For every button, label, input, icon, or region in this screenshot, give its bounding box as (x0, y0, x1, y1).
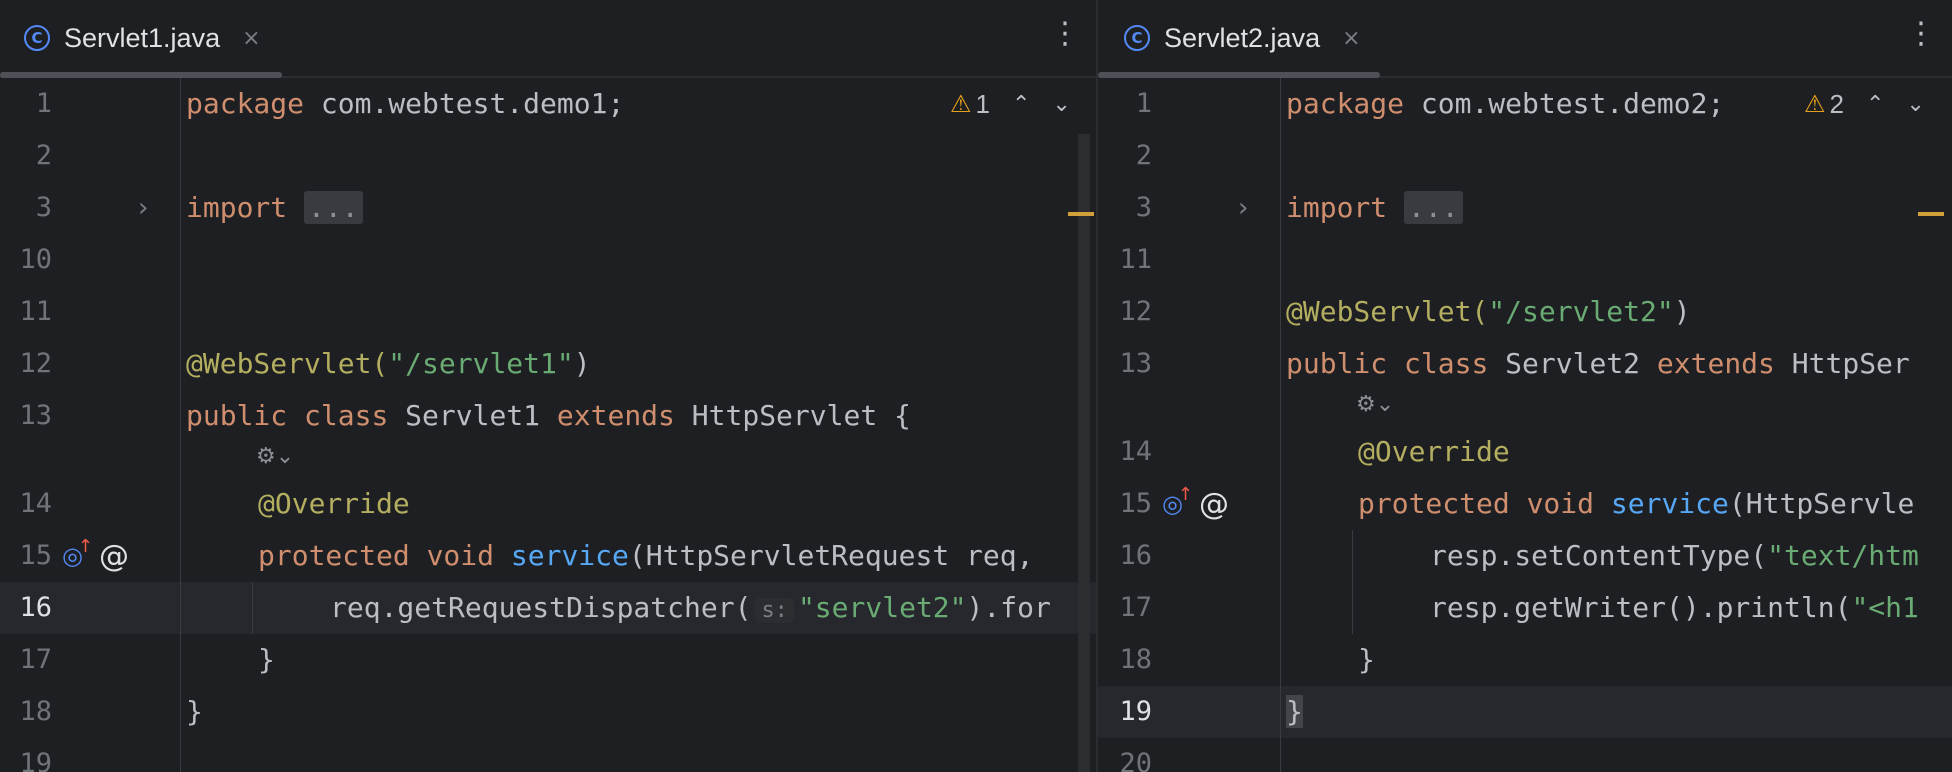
code-line-14: @Override (1358, 435, 1510, 468)
parameter-hint: s: (755, 598, 794, 623)
code-line-19: } (1286, 686, 1303, 738)
annotation-icon[interactable]: @ (99, 539, 129, 574)
code-line-16: req.getRequestDispatcher(s: "servlet2").f… (330, 591, 1051, 624)
line-number: 17 (19, 644, 52, 675)
tab-servlet1[interactable]: C Servlet1.java × (0, 0, 261, 76)
class-c-icon: C (1124, 25, 1150, 51)
tab-title: Servlet2.java (1164, 22, 1321, 53)
line-number: 12 (1119, 296, 1152, 327)
line-number: 11 (1119, 244, 1152, 275)
indent-guide (1352, 530, 1353, 634)
indent-guide (252, 582, 253, 634)
line-number: 20 (1119, 748, 1152, 772)
line-number: 3 (35, 192, 52, 223)
folded-imports[interactable]: ... (304, 191, 363, 224)
code-line-17: } (258, 643, 275, 676)
warning-count: 1 (975, 88, 990, 119)
code-line-13: public class Servlet2 extends HttpSer (1286, 347, 1910, 380)
more-options-icon[interactable]: ⋮ (1050, 16, 1080, 51)
line-number: 10 (19, 244, 52, 275)
line-number: 13 (19, 400, 52, 431)
right-tab-bar: C Servlet2.java × ⋮ (1098, 0, 1952, 78)
code-line-18: } (186, 695, 203, 728)
code-line-1: package com.webtest.demo2; (1286, 87, 1725, 120)
code-line-15: protected void service(HttpServle (1358, 487, 1915, 520)
code-line-15: protected void service(HttpServletReques… (258, 539, 1034, 572)
annotation-icon[interactable]: @ (1199, 487, 1229, 522)
fold-expand-icon[interactable]: › (1238, 182, 1248, 234)
next-highlight-icon[interactable]: ⌄ (1052, 92, 1070, 117)
previous-highlight-icon[interactable]: ⌃ (1012, 92, 1030, 117)
more-options-icon[interactable]: ⋮ (1906, 16, 1936, 51)
line-number: 11 (19, 296, 52, 327)
tab-title: Servlet1.java (64, 22, 221, 53)
gutter-icons: ◎ ↑ @ (1162, 478, 1229, 530)
line-number-current: 16 (19, 592, 52, 623)
overrides-method-icon[interactable]: ◎ ↑ (1162, 484, 1193, 518)
code-line-14: @Override (258, 487, 410, 520)
line-number: 19 (19, 748, 52, 772)
ai-actions-icon[interactable]: ⚙⌄ (256, 444, 294, 469)
line-number: 13 (1119, 348, 1152, 379)
overrides-method-icon[interactable]: ◎ ↑ (62, 536, 93, 570)
warning-stripe-marker[interactable] (1068, 212, 1094, 216)
code-line-13: public class Servlet1 extends HttpServle… (186, 399, 911, 432)
gutter-separator (180, 78, 181, 772)
warning-icon: ⚠ (950, 90, 972, 118)
code-line-3: import ... (186, 182, 363, 234)
line-number: 2 (1135, 140, 1152, 171)
matched-brace: } (1286, 695, 1303, 728)
inspection-widget[interactable]: ⚠ 2 ⌃ ⌄ (1804, 78, 1925, 130)
line-number: 1 (1135, 88, 1152, 119)
close-icon[interactable]: × (1342, 26, 1360, 51)
right-code-editor[interactable]: 1 2 3 11 12 13 14 15 16 17 18 19 20 › ◎ ↑… (1098, 78, 1952, 772)
line-number: 14 (1119, 436, 1152, 467)
line-number: 16 (1119, 540, 1152, 571)
warning-stripe-marker[interactable] (1918, 212, 1944, 216)
line-number: 12 (19, 348, 52, 379)
line-number: 15 (19, 540, 52, 571)
folded-imports[interactable]: ... (1404, 191, 1463, 224)
code-line-3: import ... (1286, 182, 1463, 234)
line-number: 17 (1119, 592, 1152, 623)
class-c-icon: C (24, 25, 50, 51)
code-line-12: @WebServlet("/servlet1") (186, 347, 591, 380)
gutter-separator (1280, 78, 1281, 772)
line-number: 14 (19, 488, 52, 519)
line-number: 2 (35, 140, 52, 171)
line-number: 3 (1135, 192, 1152, 223)
left-code-editor[interactable]: 1 2 3 10 11 12 13 14 15 16 17 18 19 › ◎ ↑… (0, 78, 1096, 772)
left-tab-bar: C Servlet1.java × ⋮ (0, 0, 1096, 78)
line-number: 15 (1119, 488, 1152, 519)
close-icon[interactable]: × (242, 26, 260, 51)
code-line-16: resp.setContentType("text/htm (1430, 539, 1919, 572)
left-editor-pane: C Servlet1.java × ⋮ 1 2 3 10 11 12 13 14… (0, 0, 1096, 772)
line-number: 18 (1119, 644, 1152, 675)
line-number: 1 (35, 88, 52, 119)
vertical-scrollbar[interactable] (1078, 134, 1090, 772)
warning-count: 2 (1829, 88, 1844, 119)
previous-highlight-icon[interactable]: ⌃ (1866, 92, 1884, 117)
right-editor-pane: C Servlet2.java × ⋮ 1 2 3 11 12 13 14 15… (1098, 0, 1952, 772)
tab-servlet2[interactable]: C Servlet2.java × (1098, 0, 1361, 76)
line-number-current: 19 (1119, 696, 1152, 727)
warning-icon: ⚠ (1804, 90, 1826, 118)
gutter-icons: ◎ ↑ @ (62, 530, 129, 582)
next-highlight-icon[interactable]: ⌄ (1906, 92, 1924, 117)
fold-expand-icon[interactable]: › (138, 182, 148, 234)
ai-actions-icon[interactable]: ⚙⌄ (1356, 392, 1394, 417)
code-line-18: } (1358, 643, 1375, 676)
code-line-1: package com.webtest.demo1; (186, 87, 625, 120)
code-line-12: @WebServlet("/servlet2") (1286, 295, 1691, 328)
code-line-17: resp.getWriter().println("<h1 (1430, 591, 1919, 624)
current-line-highlight (1098, 686, 1952, 738)
line-number: 18 (19, 696, 52, 727)
inspection-widget[interactable]: ⚠ 1 ⌃ ⌄ (950, 78, 1071, 130)
